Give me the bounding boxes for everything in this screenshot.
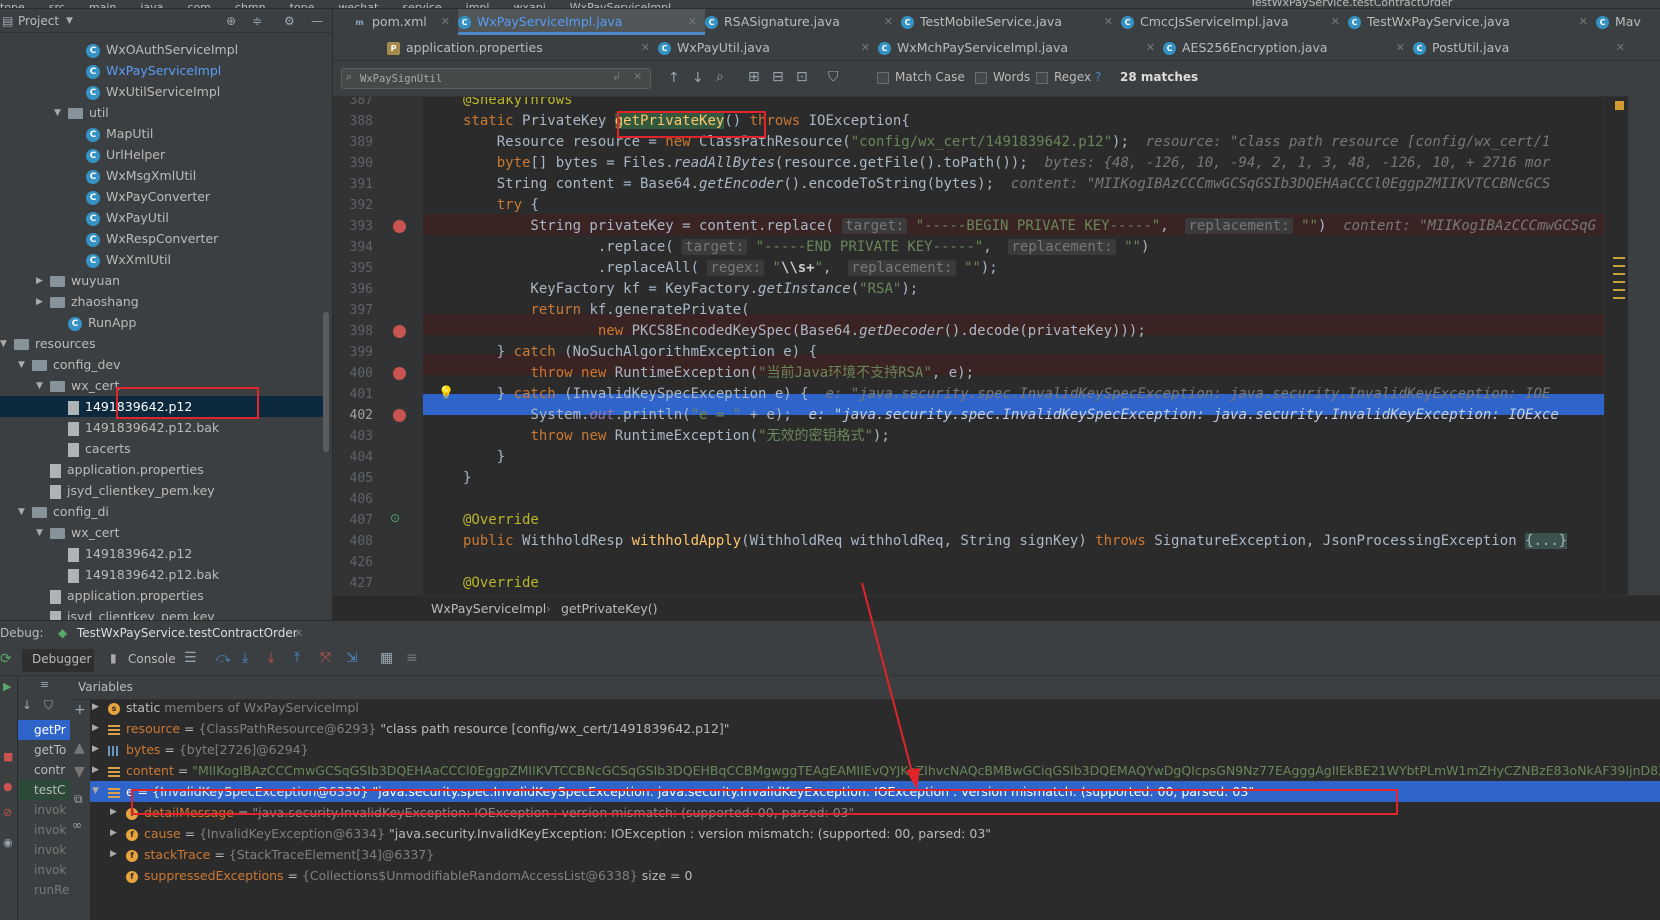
annotation-arrow (861, 582, 920, 790)
